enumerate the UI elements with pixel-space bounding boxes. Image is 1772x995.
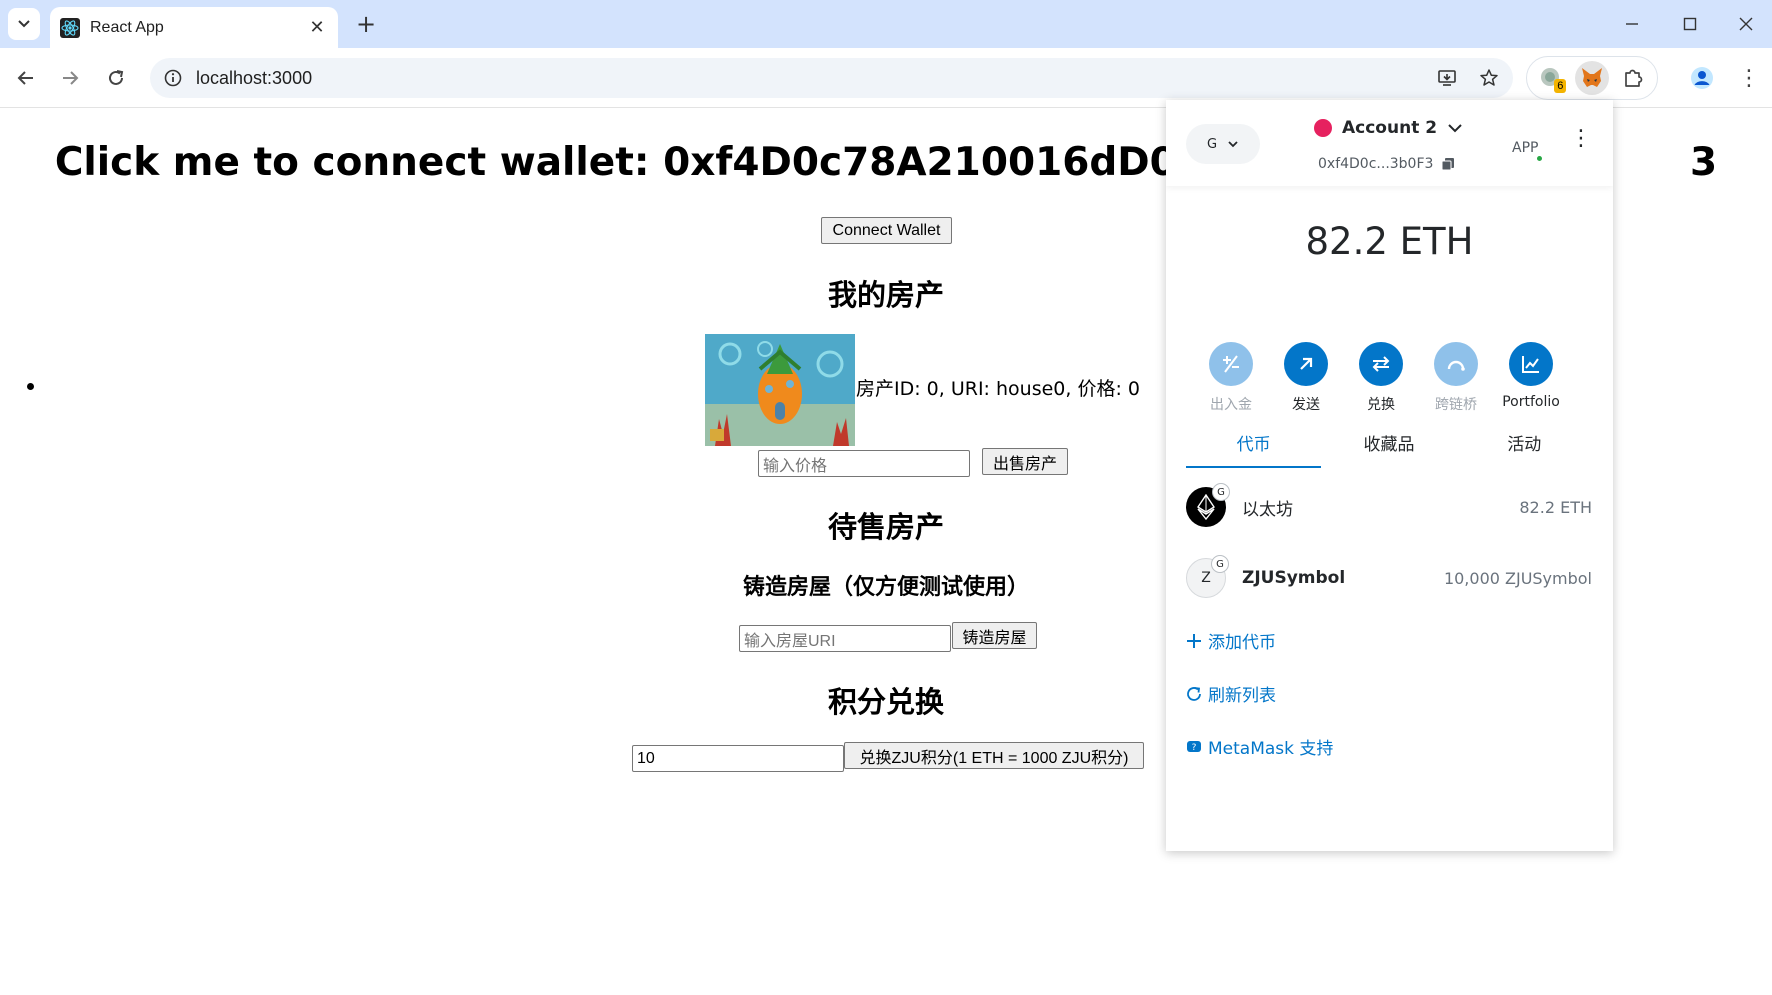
metamask-support-link[interactable]: ? MetaMask 支持 <box>1186 734 1333 759</box>
connected-status-dot <box>1535 154 1545 163</box>
install-app-icon[interactable] <box>1433 64 1461 92</box>
connected-site-button[interactable]: APP <box>1512 140 1545 163</box>
browser-menu-icon[interactable]: ⋮ <box>1734 62 1764 94</box>
chevron-down-icon <box>1448 124 1462 133</box>
plus-icon <box>1187 633 1201 648</box>
account-picker[interactable]: Account 2 <box>1314 118 1463 138</box>
token-balance: 82.2 ETH <box>1519 497 1592 517</box>
tab-strip: React App ✕ + <box>0 0 1772 48</box>
metamask-header: G Account 2 0xf4D0c...3b0F3 APP ⋮ <box>1166 100 1613 186</box>
token-name: 以太坊 <box>1242 499 1293 520</box>
bridge-button[interactable]: 跨链桥 <box>1421 342 1491 414</box>
close-tab-icon[interactable]: ✕ <box>306 17 328 39</box>
network-badge: G <box>1211 555 1229 573</box>
token-name: ZJUSymbol <box>1242 568 1346 588</box>
house-uri-input[interactable]: 输入房屋URI <box>739 625 951 652</box>
profile-avatar-icon <box>1691 67 1713 89</box>
exchange-points-button[interactable]: 兑换ZJU积分(1 ETH = 1000 ZJU积分) <box>844 742 1144 769</box>
app-label: APP <box>1512 140 1539 156</box>
tab-title: React App <box>90 18 164 36</box>
token-row-zjusymbol[interactable]: Z G ZJUSymbol 10,000 ZJUSymbol <box>1186 555 1592 600</box>
reload-button[interactable] <box>98 60 134 96</box>
metamask-fox-icon <box>1581 68 1602 87</box>
copy-icon[interactable] <box>1441 157 1455 171</box>
support-chat-icon: ? <box>1187 740 1201 753</box>
address-text: 0xf4D0c...3b0F3 <box>1318 156 1434 172</box>
new-tab-button[interactable]: + <box>352 10 380 38</box>
chevron-down-icon <box>18 20 30 28</box>
add-token-link[interactable]: 添加代币 <box>1186 628 1276 653</box>
bookmark-star-icon[interactable] <box>1475 64 1503 92</box>
account-name: Account 2 <box>1342 118 1438 138</box>
extension-button[interactable]: 6 <box>1534 61 1568 95</box>
refresh-list-link[interactable]: 刷新列表 <box>1186 681 1276 706</box>
url-text: localhost:3000 <box>196 67 313 88</box>
svg-text:?: ? <box>1192 743 1197 753</box>
maximize-button[interactable] <box>1670 10 1710 38</box>
bridge-icon <box>1447 360 1465 371</box>
minimize-icon <box>1626 23 1638 25</box>
network-label: G <box>1206 136 1218 152</box>
site-info-icon[interactable] <box>164 69 182 87</box>
heading-tail: 3 <box>1690 140 1718 185</box>
address-bar[interactable]: localhost:3000 <box>150 58 1513 98</box>
token-row-eth[interactable]: G 以太坊 82.2 ETH <box>1186 483 1592 529</box>
react-icon <box>60 17 80 38</box>
close-icon <box>1739 17 1753 31</box>
tab-tokens[interactable]: 代币 <box>1186 422 1322 468</box>
network-badge: G <box>1212 483 1230 501</box>
minimize-button[interactable] <box>1612 10 1652 38</box>
swap-button[interactable]: 兑换 <box>1346 342 1416 414</box>
token-letter-icon: Z G <box>1186 555 1229 598</box>
metamask-extension-button[interactable] <box>1574 61 1609 95</box>
refresh-icon <box>1187 686 1201 701</box>
price-input[interactable]: 输入价格 <box>758 450 970 477</box>
back-button[interactable] <box>8 60 44 96</box>
eth-balance: 82.2 ETH <box>1305 220 1474 263</box>
list-bullet <box>27 383 34 390</box>
browser-tab[interactable]: React App ✕ <box>50 7 338 48</box>
send-button[interactable]: 发送 <box>1271 342 1341 414</box>
maximize-icon <box>1683 17 1697 31</box>
arrow-left-icon <box>17 71 33 85</box>
metamask-menu-icon[interactable]: ⋮ <box>1570 126 1592 151</box>
ethereum-icon: G <box>1186 483 1230 527</box>
extensions-menu-button[interactable] <box>1616 61 1650 95</box>
plus-minus-icon <box>1223 355 1239 373</box>
browser-toolbar: localhost:3000 6 ⋮ <box>0 48 1772 108</box>
extensions-area: 6 <box>1526 56 1658 100</box>
metamask-popup: G Account 2 0xf4D0c...3b0F3 APP ⋮ 82.2 E… <box>1166 100 1613 851</box>
arrow-right-icon <box>63 71 79 85</box>
network-picker[interactable]: G <box>1186 124 1260 164</box>
chart-line-icon <box>1522 356 1539 373</box>
reload-icon <box>109 70 124 85</box>
house-image <box>705 334 855 446</box>
forward-button[interactable] <box>52 60 88 96</box>
profile-button[interactable] <box>1686 62 1718 94</box>
account-avatar <box>1314 119 1332 137</box>
sell-property-button[interactable]: 出售房产 <box>982 448 1068 475</box>
extension-badge: 6 <box>1554 79 1567 93</box>
metamask-tabs: 代币 收藏品 活动 <box>1186 422 1592 468</box>
connect-wallet-button[interactable]: Connect Wallet <box>821 217 952 244</box>
tab-search-button[interactable] <box>8 8 40 40</box>
puzzle-icon <box>1624 69 1642 87</box>
tab-activity[interactable]: 活动 <box>1457 422 1592 468</box>
tab-collectibles[interactable]: 收藏品 <box>1321 422 1456 468</box>
account-address[interactable]: 0xf4D0c...3b0F3 <box>1318 156 1455 172</box>
close-window-button[interactable] <box>1726 10 1766 38</box>
buy-sell-button[interactable]: 出入金 <box>1196 342 1266 414</box>
arrow-up-right-icon <box>1300 357 1313 370</box>
mint-house-button[interactable]: 铸造房屋 <box>952 622 1037 649</box>
property-info-text: 房产ID: 0, URI: house0, 价格: 0 <box>856 378 1140 400</box>
swap-arrows-icon <box>1372 356 1390 372</box>
portfolio-button[interactable]: Portfolio <box>1496 342 1566 410</box>
exchange-amount-input[interactable]: 10 <box>632 745 844 772</box>
token-balance: 10,000 ZJUSymbol <box>1443 568 1592 588</box>
chevron-down-icon <box>1228 141 1238 148</box>
heading-text: Click me to connect wallet: 0xf4D0c78A21… <box>54 140 1249 185</box>
